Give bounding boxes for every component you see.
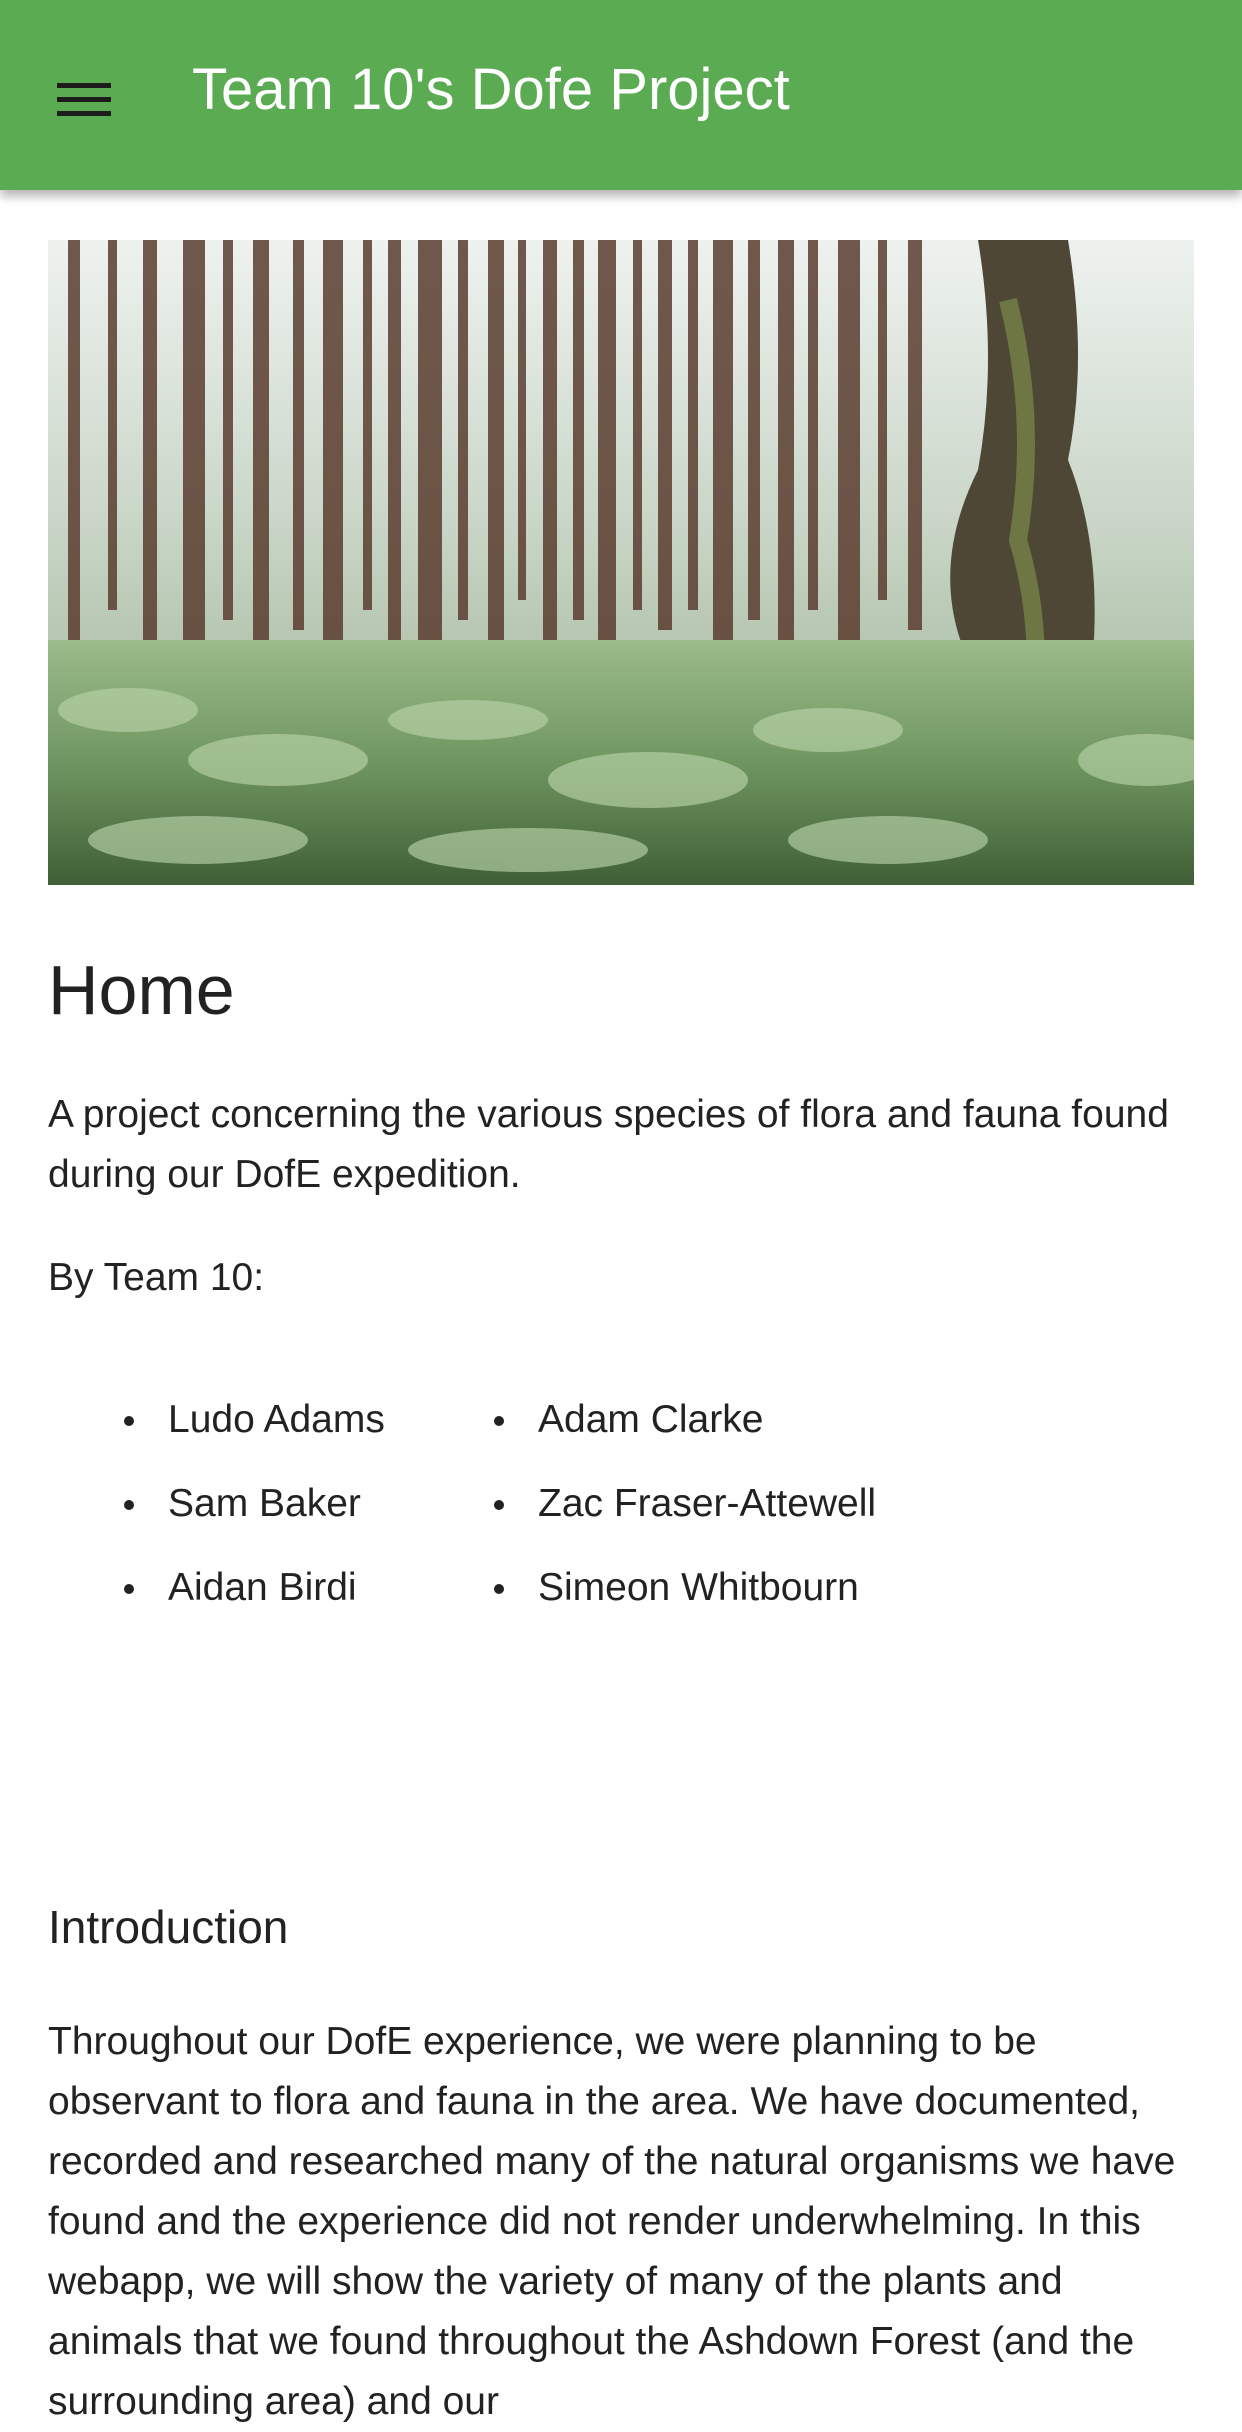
team-member-column-1: Ludo Adams Sam Baker Aidan Birdi [124,1390,385,1642]
list-item: Ludo Adams [124,1390,385,1474]
bullet-icon [494,1584,504,1594]
introduction-heading: Introduction [48,1901,289,1953]
list-item: Simeon Whitbourn [494,1558,876,1642]
member-name: Simeon Whitbourn [538,1566,859,1609]
app-bar: Team 10's Dofe Project [0,0,1242,190]
list-item: Sam Baker [124,1474,385,1558]
menu-icon-bar [57,111,111,116]
team-member-column-2: Adam Clarke Zac Fraser-Attewell Simeon W… [494,1390,877,1642]
list-item: Adam Clarke [494,1390,876,1474]
member-name: Ludo Adams [168,1398,385,1441]
bullet-icon [494,1416,504,1426]
introduction-text: Throughout our DofE experience, we were … [48,2020,1176,2423]
menu-icon[interactable] [48,70,120,130]
member-name: Zac Fraser-Attewell [538,1482,877,1525]
member-name: Sam Baker [168,1482,361,1525]
member-name: Adam Clarke [538,1398,764,1441]
main-content: Home A project concerning the various sp… [48,240,1194,2423]
menu-icon-bar [57,97,111,102]
bullet-icon [494,1500,504,1510]
member-name: Aidan Birdi [168,1566,357,1609]
list-item: Aidan Birdi [124,1558,385,1642]
bullet-icon [124,1584,134,1594]
app-title: Team 10's Dofe Project [192,57,790,122]
page-title: Home [48,951,235,1029]
menu-icon-bar [57,83,111,88]
team-label: By Team 10: [48,1256,265,1299]
bullet-icon [124,1416,134,1426]
list-item: Zac Fraser-Attewell [494,1474,877,1558]
forest-illustration [48,240,1194,885]
forest-hero-image [48,240,1194,885]
bullet-icon [124,1500,134,1510]
project-description: A project concerning the various species… [48,1093,1169,1196]
